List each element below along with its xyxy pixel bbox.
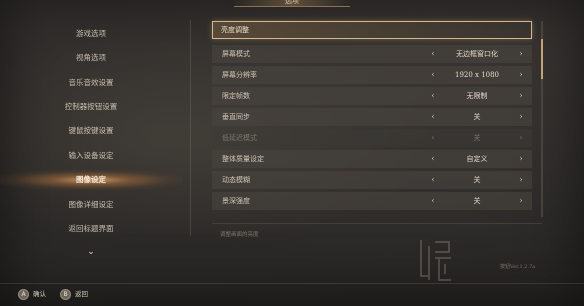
sidebar-divider [190,20,191,236]
chevron-down-icon[interactable]: ⌄ [83,246,99,258]
setting-row-resolution[interactable]: 屏幕分辨率 ‹ 1920 x 1080 › [212,66,532,84]
setting-label: 低延迟模式 [222,134,257,142]
sidebar-item-graphics[interactable]: 图像设定 [0,170,182,190]
arrow-right-icon[interactable]: › [516,150,526,168]
scrollbar-thumb[interactable] [541,39,543,79]
description-divider [212,223,542,224]
back-label: 返回 [75,290,88,298]
setting-label: 屏幕模式 [222,50,250,58]
arrow-right-icon[interactable]: › [516,108,526,126]
arrow-right-icon[interactable]: › [516,87,526,105]
setting-row-vsync[interactable]: 垂直同步 ‹ 关 › [212,108,532,126]
arrow-left-icon[interactable]: ‹ [428,150,438,168]
arrow-left-icon[interactable]: ‹ [428,87,438,105]
setting-value: 无限制 [466,92,488,100]
arrow-left-icon[interactable]: ‹ [428,66,438,84]
setting-row-frame-limit[interactable]: 限定帧数 ‹ 无限制 › [212,87,532,105]
back-key-icon: B [60,289,71,300]
setting-label: 整体质量设定 [222,155,264,163]
arrow-right-icon[interactable]: › [516,45,526,63]
setting-value: 无边框窗口化 [456,50,498,58]
setting-label: 景深强度 [222,197,250,205]
sidebar-item-keyboard-mouse[interactable]: 键鼠按键设置 [0,121,182,141]
brightness-adjust-row[interactable]: 亮度调整 [212,21,532,39]
arrow-left-icon[interactable]: ‹ [428,192,438,210]
setting-value: 自定义 [466,155,488,163]
arrow-left-icon[interactable]: ‹ [428,108,438,126]
window-title: 选项 [285,0,299,5]
setting-value: 关 [473,197,481,205]
setting-row-overall-quality[interactable]: 整体质量设定 ‹ 自定义 › [212,150,532,168]
setting-row-screen-mode[interactable]: 屏幕模式 ‹ 无边框窗口化 › [212,45,532,63]
confirm-key-icon: A [18,289,29,300]
setting-label: 限定帧数 [222,92,250,100]
sidebar-item-camera-options[interactable]: 视角选项 [0,48,182,68]
arrow-right-icon[interactable]: › [516,192,526,210]
confirm-label: 确认 [33,290,46,298]
setting-value: 关 [473,134,481,142]
sidebar-item-audio-settings[interactable]: 音乐音效设置 [0,73,182,93]
arrow-left-icon[interactable]: ‹ [428,171,438,189]
sidebar-item-input-device[interactable]: 输入设备设定 [0,146,182,166]
setting-label: 屏幕分辨率 [222,71,257,79]
window-title-tab: 选项 [234,0,350,7]
setting-value: 关 [473,176,481,184]
arrow-right-icon[interactable]: › [516,66,526,84]
arrow-right-icon: › [519,133,523,142]
logo-watermark-icon [420,240,451,281]
arrow-left-icon[interactable]: ‹ [428,45,438,63]
setting-label: 垂直同步 [222,113,250,121]
sidebar-menu: 游戏选项 视角选项 音乐音效设置 控制器按钮设置 键鼠按键设置 输入设备设定 图… [0,22,182,266]
settings-scrollbar[interactable] [541,21,543,217]
sidebar-item-controller-buttons[interactable]: 控制器按钮设置 [0,97,182,117]
brightness-adjust-label: 亮度调整 [221,26,249,34]
setting-row-motion-blur[interactable]: 动态模糊 ‹ 关 › [212,171,532,189]
setting-value: 1920 x 1080 [454,71,500,79]
sidebar-item-return-title[interactable]: 返回标题界面 [0,219,182,239]
setting-description: 调整画面的亮度 [220,232,259,238]
arrow-right-icon[interactable]: › [516,171,526,189]
setting-row-depth-of-field[interactable]: 景深强度 ‹ 关 › [212,192,532,210]
setting-label: 动态模糊 [222,176,250,184]
version-text: 按钮Ver.1.2.7a [500,264,536,270]
arrow-left-icon: ‹ [431,133,435,142]
setting-value: 关 [473,113,481,121]
sidebar-item-game-options[interactable]: 游戏选项 [0,24,182,44]
sidebar-item-graphics-detail[interactable]: 图像详细设定 [0,195,182,215]
setting-row-low-latency: 低延迟模式 ‹ 关 › [212,129,532,147]
footer-divider [0,283,584,284]
